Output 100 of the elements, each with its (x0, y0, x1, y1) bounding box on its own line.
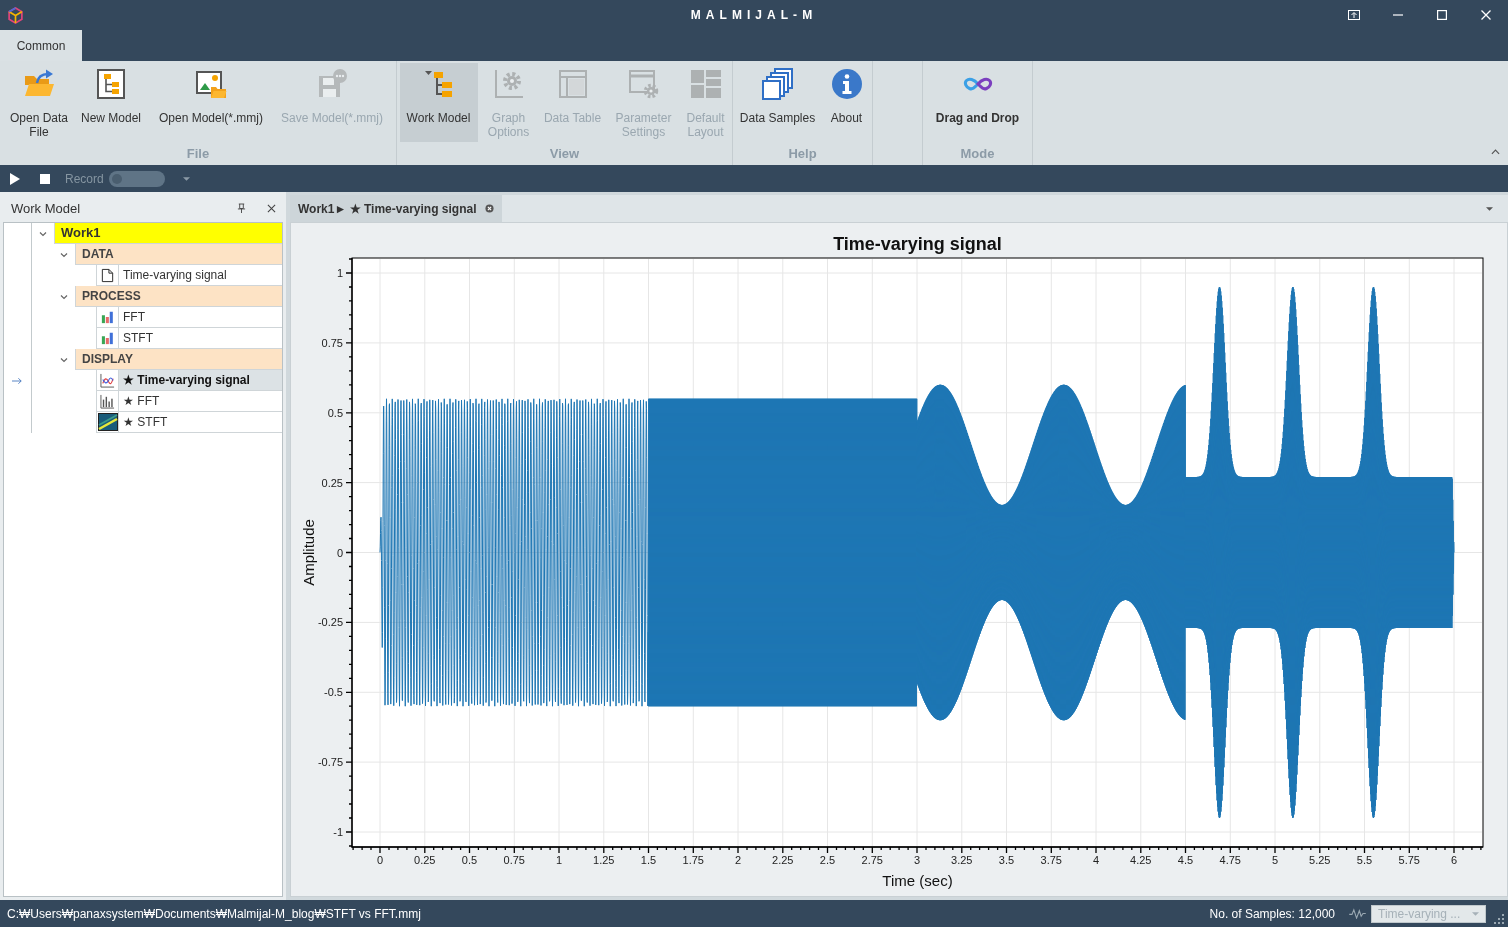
tick-label: 4 (1092, 854, 1100, 866)
record-label: Record (65, 170, 104, 188)
ribbon-button[interactable]: Work Model (399, 63, 478, 142)
tick-label: 4.75 (1219, 854, 1241, 866)
resize-grip-icon[interactable] (1494, 914, 1504, 924)
tick-label: -0.75 (317, 756, 343, 769)
tick-label: 1 (555, 854, 563, 866)
tree-diagram-icon (95, 68, 127, 100)
ribbon-button[interactable]: New Model (76, 63, 146, 142)
tick-label: 0.5 (461, 854, 478, 866)
chart-title: Time-varying signal (833, 234, 1002, 254)
document-icon (100, 267, 115, 283)
tick-label: 0 (376, 854, 384, 866)
floppy-disk-icon (316, 68, 348, 100)
caret-down-icon (1472, 911, 1479, 916)
tick-label: 6 (1450, 854, 1458, 866)
caret-icon[interactable] (39, 229, 47, 238)
chevron-up-icon[interactable] (1491, 149, 1500, 155)
tick-label: 5.5 (1356, 854, 1373, 866)
tick-label: 5.75 (1398, 854, 1420, 866)
caret-icon[interactable] (60, 355, 68, 364)
chart-gear-icon (492, 68, 525, 100)
ribbon-button[interactable]: Open Data File (8, 63, 70, 142)
tick-label: 1.5 (640, 854, 657, 866)
tree-item[interactable]: ★ Time-varying signal (96, 370, 282, 391)
panel-title: Work Model (11, 199, 81, 218)
tree-item[interactable]: Work1 (54, 223, 282, 244)
axis-label: Amplitude (300, 519, 317, 586)
tick-label: 2.75 (861, 854, 883, 866)
tick-label: 0 (336, 546, 343, 559)
tiles-icon (689, 68, 722, 100)
caret-down-icon[interactable] (1486, 206, 1493, 211)
tick-label: 2.5 (819, 854, 836, 866)
tree-item[interactable]: STFT (96, 328, 282, 349)
minimize-icon (1393, 14, 1403, 16)
tree-item[interactable]: ★ FFT (96, 391, 282, 412)
tick-label: 1.25 (593, 854, 615, 866)
window-title: MALMIJAL-M (690, 7, 818, 24)
box-arrow-up-icon (1348, 9, 1360, 21)
close-icon[interactable] (267, 204, 276, 213)
tree-item[interactable]: DATA (75, 244, 282, 265)
maximize-icon (1437, 10, 1447, 20)
tree-diagram-icon (422, 68, 455, 100)
ribbon-tab[interactable]: Common (0, 30, 82, 61)
stop-icon[interactable] (40, 173, 50, 184)
window-gear-icon (627, 68, 660, 100)
tick-label: 0.25 (321, 476, 343, 489)
tick-label: 4.25 (1130, 854, 1152, 866)
close-icon (1481, 10, 1491, 20)
table-icon (556, 68, 589, 100)
tick-label: 5 (1271, 854, 1279, 866)
stacked-pages-icon (761, 68, 794, 100)
bar-chart-icon (100, 331, 115, 345)
axis-label: Time (sec) (882, 872, 953, 889)
tick-label: 0.25 (414, 854, 436, 866)
document-tab[interactable]: Work1► ★ Time-varying signal (290, 195, 503, 222)
ribbon-button[interactable]: About (824, 63, 869, 142)
tree-item[interactable]: DISPLAY (75, 349, 282, 370)
tick-label: 3 (913, 854, 921, 866)
info-icon (830, 68, 863, 100)
tick-label: 2.25 (772, 854, 794, 866)
tick-label: 1.75 (682, 854, 704, 866)
bar-chart-icon (100, 310, 115, 324)
waveform-icon (1349, 908, 1366, 919)
tick-label: 5.25 (1309, 854, 1331, 866)
tick-label: 0.75 (321, 336, 343, 349)
caret-icon[interactable] (60, 250, 68, 259)
file-path: C:₩Users₩panaxsystem₩Documents₩Malmijal-M_blog₩STFT vs FFT.mmj (7, 905, 421, 923)
tick-label: 2 (734, 854, 742, 866)
picture-folder-icon (195, 68, 227, 100)
ribbon-button[interactable]: Drag and Drop (925, 63, 1030, 142)
caret-down-icon[interactable] (182, 176, 190, 181)
record-toggle[interactable] (108, 170, 165, 187)
tree-item[interactable]: Time-varying signal (96, 265, 282, 286)
tick-label: 0.5 (327, 406, 343, 419)
tick-label: 0.75 (503, 854, 525, 866)
group-label: Help (788, 144, 817, 163)
tree-item[interactable]: FFT (96, 307, 282, 328)
group-label: File (186, 144, 210, 163)
line-chart-icon (100, 372, 115, 388)
tick-label: -0.25 (317, 616, 343, 629)
app-logo-icon (7, 6, 24, 24)
group-label: Mode (960, 144, 995, 163)
tick-label: -0.5 (324, 686, 343, 699)
ribbon-button[interactable]: Open Model(*.mmj) (152, 63, 270, 142)
tree-item[interactable]: ★ STFT (96, 412, 282, 433)
group-label: View (549, 144, 580, 163)
spectrogram-icon (97, 413, 118, 431)
tree-item[interactable]: PROCESS (75, 286, 282, 307)
pin-icon[interactable] (237, 203, 246, 214)
histogram-icon (100, 393, 115, 409)
tick-label: 3.25 (951, 854, 973, 866)
tick-label: -1 (333, 826, 343, 838)
caret-icon[interactable] (60, 292, 68, 301)
close-icon[interactable] (485, 204, 495, 213)
tick-label: 4.5 (1177, 854, 1194, 866)
play-icon[interactable] (10, 172, 20, 185)
sample-count: No. of Samples: 12,000 (1209, 905, 1335, 923)
ribbon-button[interactable]: Data Samples (736, 63, 819, 142)
tick-label: 3.5 (998, 854, 1015, 866)
